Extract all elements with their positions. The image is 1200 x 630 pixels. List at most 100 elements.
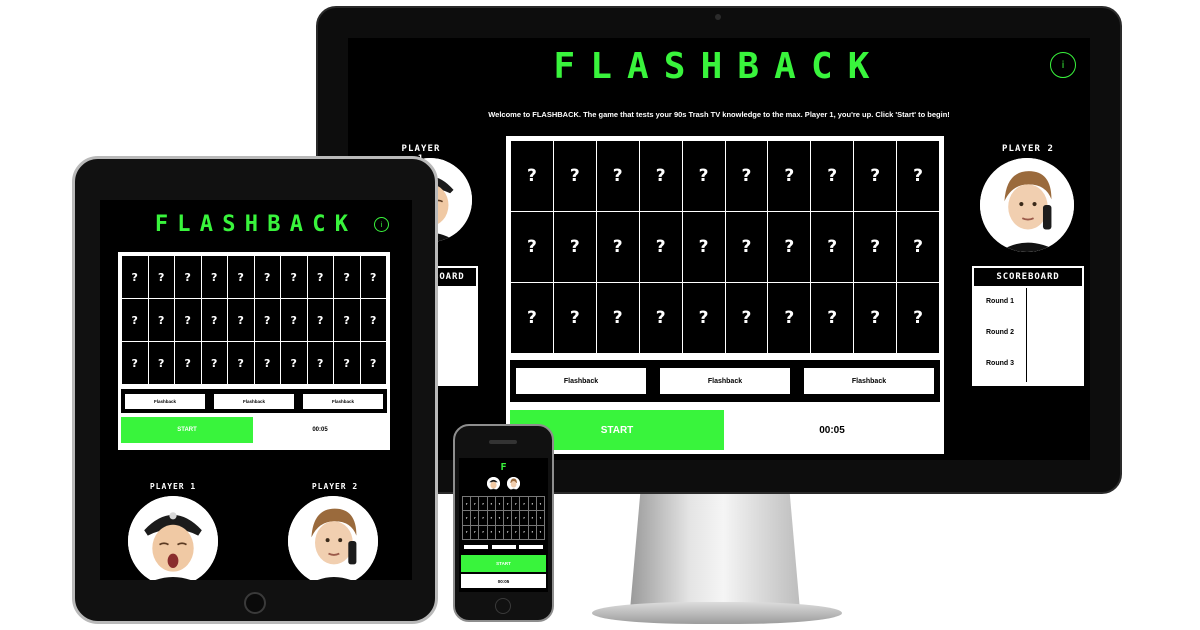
phone-question-tile[interactable]: ?: [536, 497, 544, 511]
question-tile[interactable]: ?: [768, 212, 811, 282]
tablet-question-tile[interactable]: ?: [201, 342, 227, 384]
info-button[interactable]: i: [1050, 52, 1076, 78]
tablet-question-tile[interactable]: ?: [228, 299, 254, 341]
question-tile[interactable]: ?: [897, 141, 939, 211]
tablet-question-tile[interactable]: ?: [307, 342, 333, 384]
tablet-question-tile[interactable]: ?: [360, 342, 386, 384]
question-tile[interactable]: ?: [511, 141, 553, 211]
tablet-question-tile[interactable]: ?: [360, 299, 386, 341]
tablet-question-tile[interactable]: ?: [201, 256, 227, 298]
tablet-question-tile[interactable]: ?: [281, 299, 307, 341]
tablet-question-tile[interactable]: ?: [122, 299, 148, 341]
phone-question-tile[interactable]: ?: [512, 525, 520, 539]
phone-question-tile[interactable]: ?: [495, 497, 503, 511]
tablet-question-tile[interactable]: ?: [175, 256, 201, 298]
answer-button-3[interactable]: Flashback: [804, 368, 934, 394]
phone-question-tile[interactable]: ?: [528, 497, 536, 511]
tablet-question-tile[interactable]: ?: [175, 299, 201, 341]
tablet-question-tile[interactable]: ?: [360, 256, 386, 298]
question-tile[interactable]: ?: [811, 212, 854, 282]
phone-question-tile[interactable]: ?: [479, 497, 487, 511]
question-tile[interactable]: ?: [682, 212, 725, 282]
phone-question-tile[interactable]: ?: [512, 497, 520, 511]
question-tile[interactable]: ?: [553, 141, 596, 211]
tablet-question-tile[interactable]: ?: [307, 299, 333, 341]
phone-answer-button-2[interactable]: [491, 545, 516, 549]
tablet-question-tile[interactable]: ?: [228, 256, 254, 298]
question-tile[interactable]: ?: [553, 283, 596, 353]
question-tile[interactable]: ?: [596, 212, 639, 282]
tablet-question-tile[interactable]: ?: [148, 256, 174, 298]
question-tile[interactable]: ?: [553, 212, 596, 282]
question-tile[interactable]: ?: [682, 283, 725, 353]
phone-question-tile[interactable]: ?: [520, 525, 528, 539]
tablet-question-tile[interactable]: ?: [254, 342, 280, 384]
tablet-question-tile[interactable]: ?: [334, 256, 360, 298]
tablet-question-tile[interactable]: ?: [228, 342, 254, 384]
phone-question-tile[interactable]: ?: [503, 511, 512, 525]
question-tile[interactable]: ?: [725, 283, 768, 353]
phone-question-tile[interactable]: ?: [471, 511, 479, 525]
tablet-question-tile[interactable]: ?: [254, 256, 280, 298]
tablet-answer-button-1[interactable]: Flashback: [125, 393, 205, 409]
question-tile[interactable]: ?: [511, 283, 553, 353]
phone-question-tile[interactable]: ?: [520, 497, 528, 511]
question-tile[interactable]: ?: [639, 283, 682, 353]
tablet-question-tile[interactable]: ?: [254, 299, 280, 341]
question-tile[interactable]: ?: [682, 141, 725, 211]
phone-question-tile[interactable]: ?: [463, 525, 471, 539]
phone-question-tile[interactable]: ?: [528, 511, 536, 525]
phone-answer-button-1[interactable]: [464, 545, 488, 549]
question-tile[interactable]: ?: [854, 212, 897, 282]
question-tile[interactable]: ?: [725, 212, 768, 282]
answer-button-2[interactable]: Flashback: [660, 368, 790, 394]
phone-question-tile[interactable]: ?: [463, 511, 471, 525]
phone-question-tile[interactable]: ?: [520, 511, 528, 525]
phone-question-tile[interactable]: ?: [528, 525, 536, 539]
tablet-question-tile[interactable]: ?: [334, 299, 360, 341]
tablet-question-tile[interactable]: ?: [281, 342, 307, 384]
tablet-question-tile[interactable]: ?: [201, 299, 227, 341]
answer-button-1[interactable]: Flashback: [516, 368, 646, 394]
phone-answer-button-3[interactable]: [519, 545, 543, 549]
tablet-question-tile[interactable]: ?: [175, 342, 201, 384]
tablet-info-button[interactable]: i: [374, 217, 389, 232]
tablet-question-tile[interactable]: ?: [148, 342, 174, 384]
tablet-question-tile[interactable]: ?: [148, 299, 174, 341]
phone-question-tile[interactable]: ?: [536, 525, 544, 539]
question-tile[interactable]: ?: [511, 212, 553, 282]
phone-question-tile[interactable]: ?: [495, 525, 503, 539]
tablet-question-tile[interactable]: ?: [334, 342, 360, 384]
question-tile[interactable]: ?: [596, 141, 639, 211]
question-tile[interactable]: ?: [854, 141, 897, 211]
phone-question-tile[interactable]: ?: [512, 511, 520, 525]
tablet-start-button[interactable]: START: [121, 417, 253, 443]
phone-question-tile[interactable]: ?: [479, 511, 487, 525]
tablet-answer-button-2[interactable]: Flashback: [214, 393, 294, 409]
phone-question-tile[interactable]: ?: [463, 497, 471, 511]
question-tile[interactable]: ?: [897, 283, 939, 353]
phone-question-tile[interactable]: ?: [503, 497, 512, 511]
phone-question-tile[interactable]: ?: [471, 525, 479, 539]
phone-question-tile[interactable]: ?: [487, 497, 495, 511]
tablet-question-tile[interactable]: ?: [281, 256, 307, 298]
question-tile[interactable]: ?: [854, 283, 897, 353]
phone-question-tile[interactable]: ?: [495, 511, 503, 525]
question-tile[interactable]: ?: [897, 212, 939, 282]
tablet-question-tile[interactable]: ?: [122, 256, 148, 298]
phone-question-tile[interactable]: ?: [536, 511, 544, 525]
tablet-question-tile[interactable]: ?: [122, 342, 148, 384]
phone-start-button[interactable]: START: [461, 555, 546, 572]
question-tile[interactable]: ?: [811, 141, 854, 211]
question-tile[interactable]: ?: [768, 283, 811, 353]
phone-question-tile[interactable]: ?: [487, 525, 495, 539]
question-tile[interactable]: ?: [639, 141, 682, 211]
phone-question-tile[interactable]: ?: [471, 497, 479, 511]
question-tile[interactable]: ?: [768, 141, 811, 211]
question-tile[interactable]: ?: [639, 212, 682, 282]
question-tile[interactable]: ?: [725, 141, 768, 211]
phone-question-tile[interactable]: ?: [487, 511, 495, 525]
question-tile[interactable]: ?: [596, 283, 639, 353]
tablet-answer-button-3[interactable]: Flashback: [303, 393, 383, 409]
phone-question-tile[interactable]: ?: [503, 525, 512, 539]
